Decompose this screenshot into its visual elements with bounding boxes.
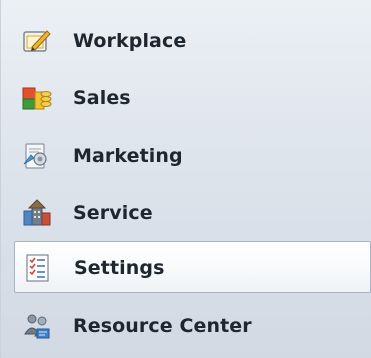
service-icon (23, 199, 51, 226)
navigation-pane: Workplace Sales Marketing Service Settin… (0, 0, 371, 358)
nav-item-label: Settings (74, 257, 165, 279)
nav-item-sales[interactable]: Sales (14, 72, 371, 124)
sales-icon (22, 87, 52, 110)
nav-item-marketing[interactable]: Marketing (14, 130, 371, 182)
nav-item-label: Marketing (73, 145, 183, 167)
nav-item-label: Workplace (73, 30, 187, 52)
workplace-icon (23, 30, 51, 52)
nav-item-label: Service (73, 202, 153, 224)
marketing-icon (23, 143, 47, 169)
settings-icon (26, 254, 49, 282)
resource-center-icon (24, 314, 50, 339)
nav-item-service[interactable]: Service (14, 187, 371, 239)
nav-item-label: Sales (73, 87, 131, 109)
nav-item-settings[interactable]: Settings (14, 241, 371, 293)
nav-item-resource-center[interactable]: Resource Center (14, 300, 371, 352)
nav-item-workplace[interactable]: Workplace (14, 15, 371, 67)
nav-item-label: Resource Center (73, 315, 252, 337)
